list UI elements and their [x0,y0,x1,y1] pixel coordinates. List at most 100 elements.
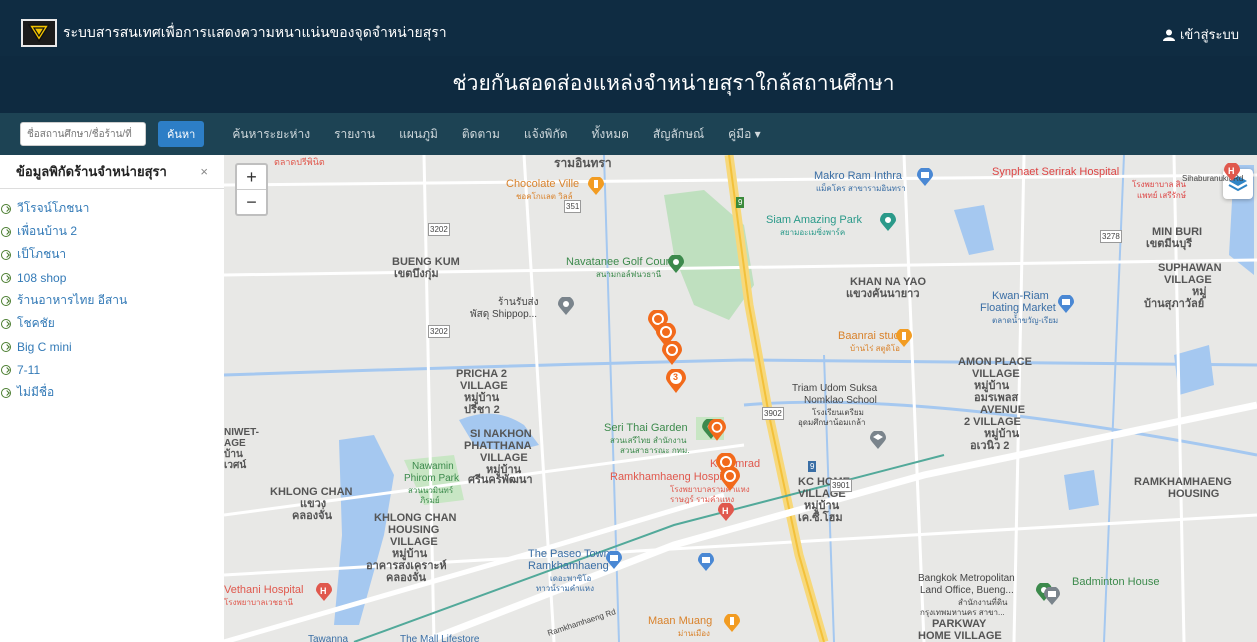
close-icon[interactable]: × [200,164,208,179]
nav-item-report[interactable]: รายงาน [334,125,375,144]
map-label: The Paseo Town [528,548,610,560]
nav-item-legend[interactable]: สัญลักษณ์ [653,125,704,144]
map-label: AGE [224,438,246,449]
plus-circle-icon [1,387,11,398]
map-label: PHATTHANA [464,440,532,452]
map-label: อเวนิว 2 [970,440,1010,452]
park-icon[interactable] [880,213,896,231]
shopping-icon[interactable] [917,168,933,186]
shop-name: โชคชัย [17,316,55,330]
map-label: KHAN NA YAO [850,276,926,288]
road-shield: 9 [736,197,745,208]
map-label: KHLONG CHAN [270,486,353,498]
map-label: ภิรมย์ [420,496,440,505]
map-label: HOUSING [388,524,440,536]
map-label: หมู่บ้าน [392,548,428,560]
map-label: 2 VILLAGE [964,416,1021,428]
restaurant-icon[interactable] [588,177,604,195]
shopping-icon[interactable] [698,553,714,571]
search-input[interactable] [20,122,146,146]
svg-text:H: H [320,586,327,596]
list-item[interactable]: Big C mini [0,335,224,358]
map-label: BUENG KUM [392,256,460,268]
list-item[interactable]: เป็โภชนา [0,243,224,266]
sidebar-title: ข้อมูลพิกัดร้านจำหน่ายสุรา [16,164,167,179]
plus-circle-icon [1,203,11,214]
map-label: Floating Market [980,302,1056,314]
zoom-out-button[interactable]: − [237,190,266,214]
search-button[interactable]: ค้นหา [158,121,205,147]
road-shield: 3202 [428,223,450,236]
nav-item-distance-search[interactable]: ค้นหาระยะห่าง [232,125,310,144]
shop-name: 108 shop [17,270,67,285]
map-label: อมรเพลส [974,392,1019,404]
zoom-in-button[interactable]: + [237,165,266,190]
map-label: Makro Ram Inthra [814,170,903,182]
map-label: Siam Amazing Park [766,214,862,226]
shop-sidebar: ข้อมูลพิกัดร้านจำหน่ายสุรา × วีโรจน์โภชน… [0,155,224,642]
map-label: HOUSING [1168,488,1220,500]
location-pin-icon[interactable] [708,419,726,441]
brand[interactable]: ระบบสารสนเทศเพื่อการแสดงความหนาแน่นของจุ… [21,18,447,48]
nav-item-all[interactable]: ทั้งหมด [592,125,629,144]
map-label: โรงพยาบาลเวชธานี [224,598,293,607]
map-label: SUPHAWAN [1158,262,1222,274]
hospital-icon[interactable]: H [1224,163,1240,181]
hospital-icon[interactable]: H [316,583,332,601]
shopping-icon[interactable] [1044,587,1060,605]
list-item[interactable]: 108 shop [0,266,224,289]
map-label: Ramkhamhaeng [528,560,609,572]
map-label: The Mall Lifestore [400,634,480,642]
shopping-icon[interactable] [606,551,622,569]
location-pin-icon[interactable] [558,297,574,315]
top-header: ระบบสารสนเทศเพื่อการแสดงความหนาแน่นของจุ… [0,0,1257,113]
location-pin-icon[interactable] [720,467,740,491]
road-shield: 3902 [762,407,784,420]
list-item[interactable]: ไม่มีชื่อ [0,381,224,404]
map-label: เขตมีนบุรี [1146,238,1193,250]
list-item[interactable]: เพื่อนบ้าน 2 [0,220,224,243]
shopping-icon[interactable] [1058,295,1074,313]
shop-name: ร้านอาหารไทย อีสาน [17,293,128,307]
shop-name: วีโรจน์โภชนา [17,201,90,215]
map-label: รามอินทรา [554,156,612,170]
nav-item-follow[interactable]: ติดตาม [462,125,500,144]
map-label: NIWET- [224,427,259,438]
list-item[interactable]: โชคชัย [0,312,224,335]
nav-item-chart[interactable]: แผนภูมิ [399,125,438,144]
park-icon[interactable] [668,255,684,273]
map-label: แม็คโคร สาขารามอินทรา [816,184,906,193]
logo-icon [21,19,57,47]
map-label: Seri Thai Garden [604,422,688,434]
restaurant-icon[interactable] [896,329,912,347]
map-label: ม่านเมือง [678,629,710,638]
nav-item-report-location[interactable]: แจ้งพิกัด [524,125,568,144]
hospital-icon[interactable]: H [718,503,734,521]
map-label: หมู่บ้าน [464,392,500,404]
login-link[interactable]: เข้าสู่ระบบ [1162,24,1239,45]
road-shield: 3901 [830,479,852,492]
map-label: ตลาดปรีพินิต [274,157,325,167]
map-label: Triam Udom Suksa [792,383,878,394]
map-label: แขวง [300,498,327,510]
site-title: ระบบสารสนเทศเพื่อการแสดงความหนาแน่นของจุ… [63,24,447,40]
map-label: HOME VILLAGE [918,630,1002,642]
map-canvas[interactable]: + − รามอินทรา ตลาดปรีพินิต Chocolate Vil… [224,155,1257,642]
map-label: โรงพยาบาล สินแพทย์ เสรีรักษ์ [1132,180,1186,200]
list-item[interactable]: 7-11 [0,358,224,381]
restaurant-icon[interactable] [724,614,740,632]
road-shield: 9 [808,461,817,472]
map-label: พัสดุ Shippop... [470,309,538,320]
list-item[interactable]: ร้านอาหารไทย อีสาน [0,289,224,312]
nav-item-manual[interactable]: คู่มือ ▾ [728,125,761,144]
location-pin-icon[interactable] [662,341,682,365]
plus-circle-icon [1,318,11,329]
map-label: คลองจั่น [292,510,333,522]
map-label: Navatanee Golf Course [566,256,681,268]
school-icon[interactable] [870,431,886,449]
map-label: แขวงคันนายาว [846,288,920,300]
plus-circle-icon [1,364,11,375]
list-item[interactable]: วีโรจน์โภชนา [0,197,224,220]
map-label: Phirom Park [404,473,460,484]
plus-circle-icon [1,226,11,237]
